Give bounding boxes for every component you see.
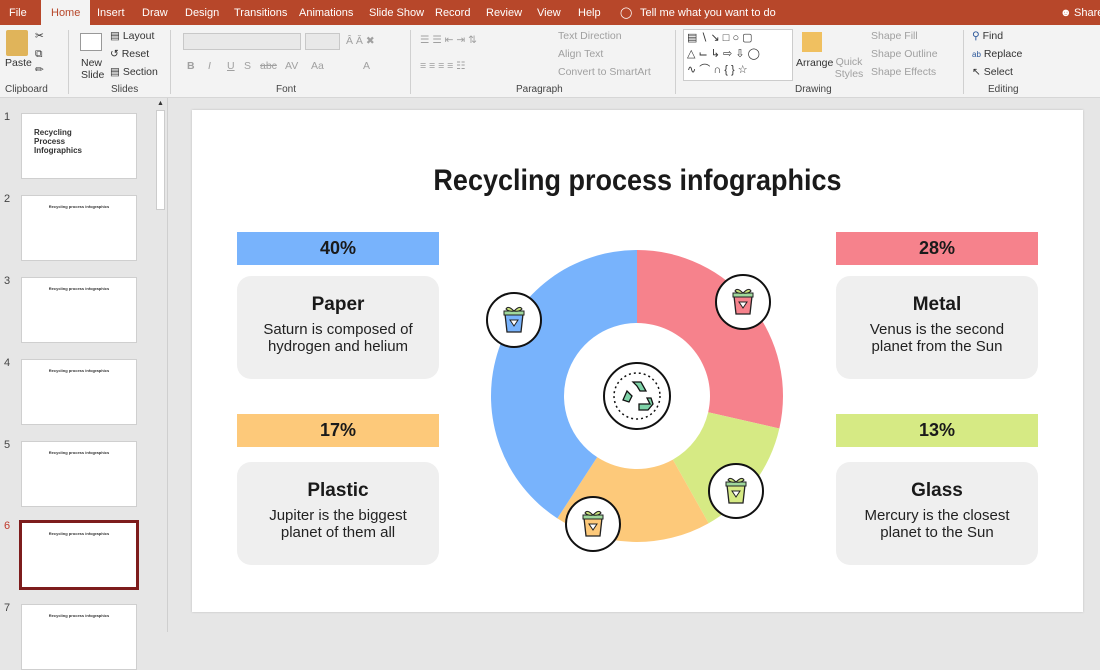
replace-icon: ab [972,50,981,59]
thumbnail-title: Recycling Process Infographics [34,128,83,155]
select-label: Select [983,66,1013,78]
font-name-dropdown[interactable] [183,33,301,50]
list-buttons[interactable]: ☰ ☰ ⇤ ⇥ ⇅ [420,34,477,46]
tab-review[interactable]: Review [486,0,522,25]
replace-button[interactable]: ab Replace [972,48,1022,60]
shadow-button[interactable]: S [244,60,251,72]
tab-transitions[interactable]: Transitions [234,0,287,25]
ribbon-tabs: File Home Insert Draw Design Transitions… [0,0,1100,25]
tab-help[interactable]: Help [578,0,601,25]
new-slide-icon[interactable] [80,33,102,51]
tab-record[interactable]: Record [435,0,470,25]
thumbnail-number: 5 [4,439,11,451]
thumbnail-title: Recycling process infographics [48,531,110,536]
lightbulb-icon: ◯ [620,7,633,19]
metal-bin-icon [715,274,771,330]
scroll-thumb[interactable] [156,110,165,210]
shapes-gallery[interactable]: ▤ ∖ ↘ □ ○ ▢ △ ⌙ ↳ ⇨ ⇩ ◯ ∿ ⌒ ∩ { } ☆ [683,29,793,81]
quick-styles-button[interactable]: Quick Styles [834,56,864,80]
cursor-icon: ↖ [972,66,981,78]
font-group-label: Font [276,84,297,95]
shape-effects-button[interactable]: Shape Effects [871,66,936,78]
font-size-buttons[interactable]: Â Ǎ ✖ [346,35,375,47]
replace-label: Replace [983,48,1023,60]
search-icon: ⚲ [972,30,980,42]
italic-button[interactable]: I [208,60,211,72]
recycle-icon [603,362,671,430]
slide-thumbnail-3[interactable]: Recycling process infographics [21,277,137,343]
thumbnail-title: Recycling process infographics [48,613,110,618]
tell-me-search[interactable]: Tell me what you want to do [640,0,776,25]
thumbnail-title: Recycling process infographics [48,204,110,209]
reset-button[interactable]: ↺ Reset [110,48,149,60]
layout-label: Layout [122,30,155,42]
person-icon: ☻ [1060,7,1072,19]
tab-file[interactable]: File [9,0,27,25]
arrange-button[interactable]: Arrange [796,57,833,69]
slide-thumbnail-4[interactable]: Recycling process infographics [21,359,137,425]
drawing-group-label: Drawing [795,84,832,95]
section-label: Section [122,66,158,78]
slide-canvas[interactable]: Recycling process infographics 40% Paper… [192,110,1083,612]
tab-design[interactable]: Design [185,0,219,25]
slide-thumbnail-5[interactable]: Recycling process infographics [21,441,137,507]
align-buttons[interactable]: ≡ ≡ ≡ ≡ ☷ [420,60,466,72]
thumbnail-scrollbar[interactable]: ▲ [155,98,166,632]
thumbnail-number: 6 [4,520,11,532]
shape-outline-button[interactable]: Shape Outline [871,48,938,60]
thumbnail-number: 7 [4,602,11,614]
tab-view[interactable]: View [537,0,561,25]
cut-icon[interactable]: ✂ [35,30,44,42]
slide-thumbnail-2[interactable]: Recycling process infographics [21,195,137,261]
change-case-button[interactable]: Aa [311,60,324,72]
font-size-dropdown[interactable] [305,33,340,50]
convert-smartart-button[interactable]: Convert to SmartArt [558,66,651,78]
share-button[interactable]: Share [1074,0,1100,25]
bold-button[interactable]: B [187,60,195,72]
thumbnail-title: Recycling process infographics [48,368,110,373]
donut-chart[interactable] [192,110,1083,612]
slides-group-label: Slides [111,84,139,95]
tab-slide-show[interactable]: Slide Show [369,0,424,25]
paragraph-group-label: Paragraph [516,84,563,95]
paste-label[interactable]: Paste [5,57,32,69]
section-button[interactable]: ▤ Section [110,66,158,78]
select-button[interactable]: ↖ Select [972,66,1013,78]
tab-animations[interactable]: Animations [299,0,353,25]
find-button[interactable]: ⚲ Find [972,30,1003,42]
paste-button[interactable] [6,30,28,56]
copy-icon[interactable]: ⧉ [35,48,43,61]
thumbnail-number: 3 [4,275,11,287]
font-color-button[interactable]: A [363,60,370,72]
tab-draw[interactable]: Draw [142,0,168,25]
thumbnail-number: 2 [4,193,11,205]
new-slide-button[interactable]: New Slide [81,57,105,81]
glass-bin-icon [708,463,764,519]
layout-button[interactable]: ▤ Layout [110,30,154,42]
scroll-up-arrow[interactable]: ▲ [156,100,165,109]
format-painter-icon[interactable]: ✏ [35,64,44,76]
slide-thumbnail-7[interactable]: Recycling process infographics [21,604,137,670]
arrange-icon[interactable] [802,32,822,52]
thumbnail-number: 1 [4,111,11,123]
char-spacing-button[interactable]: AV [285,60,298,72]
tab-insert[interactable]: Insert [97,0,125,25]
thumbnail-number: 4 [4,357,11,369]
align-text-button[interactable]: Align Text [558,48,603,60]
thumbnail-title: Recycling process infographics [48,286,110,291]
strikethrough-button[interactable]: abc [260,60,277,72]
text-direction-button[interactable]: Text Direction [558,30,622,42]
paper-bin-icon [486,292,542,348]
editing-group-label: Editing [988,84,1019,95]
reset-label: Reset [121,48,150,60]
plastic-bin-icon [565,496,621,552]
find-label: Find [982,30,1004,42]
slide-thumbnail-6[interactable]: Recycling process infographics [19,520,139,590]
thumbnail-title: Recycling process infographics [48,450,110,455]
underline-button[interactable]: U [227,60,235,72]
shape-fill-button[interactable]: Shape Fill [871,30,918,42]
clipboard-group-label: Clipboard [5,84,48,95]
tab-home[interactable]: Home [41,0,91,25]
slide-thumbnail-1[interactable]: Recycling Process Infographics [21,113,137,179]
